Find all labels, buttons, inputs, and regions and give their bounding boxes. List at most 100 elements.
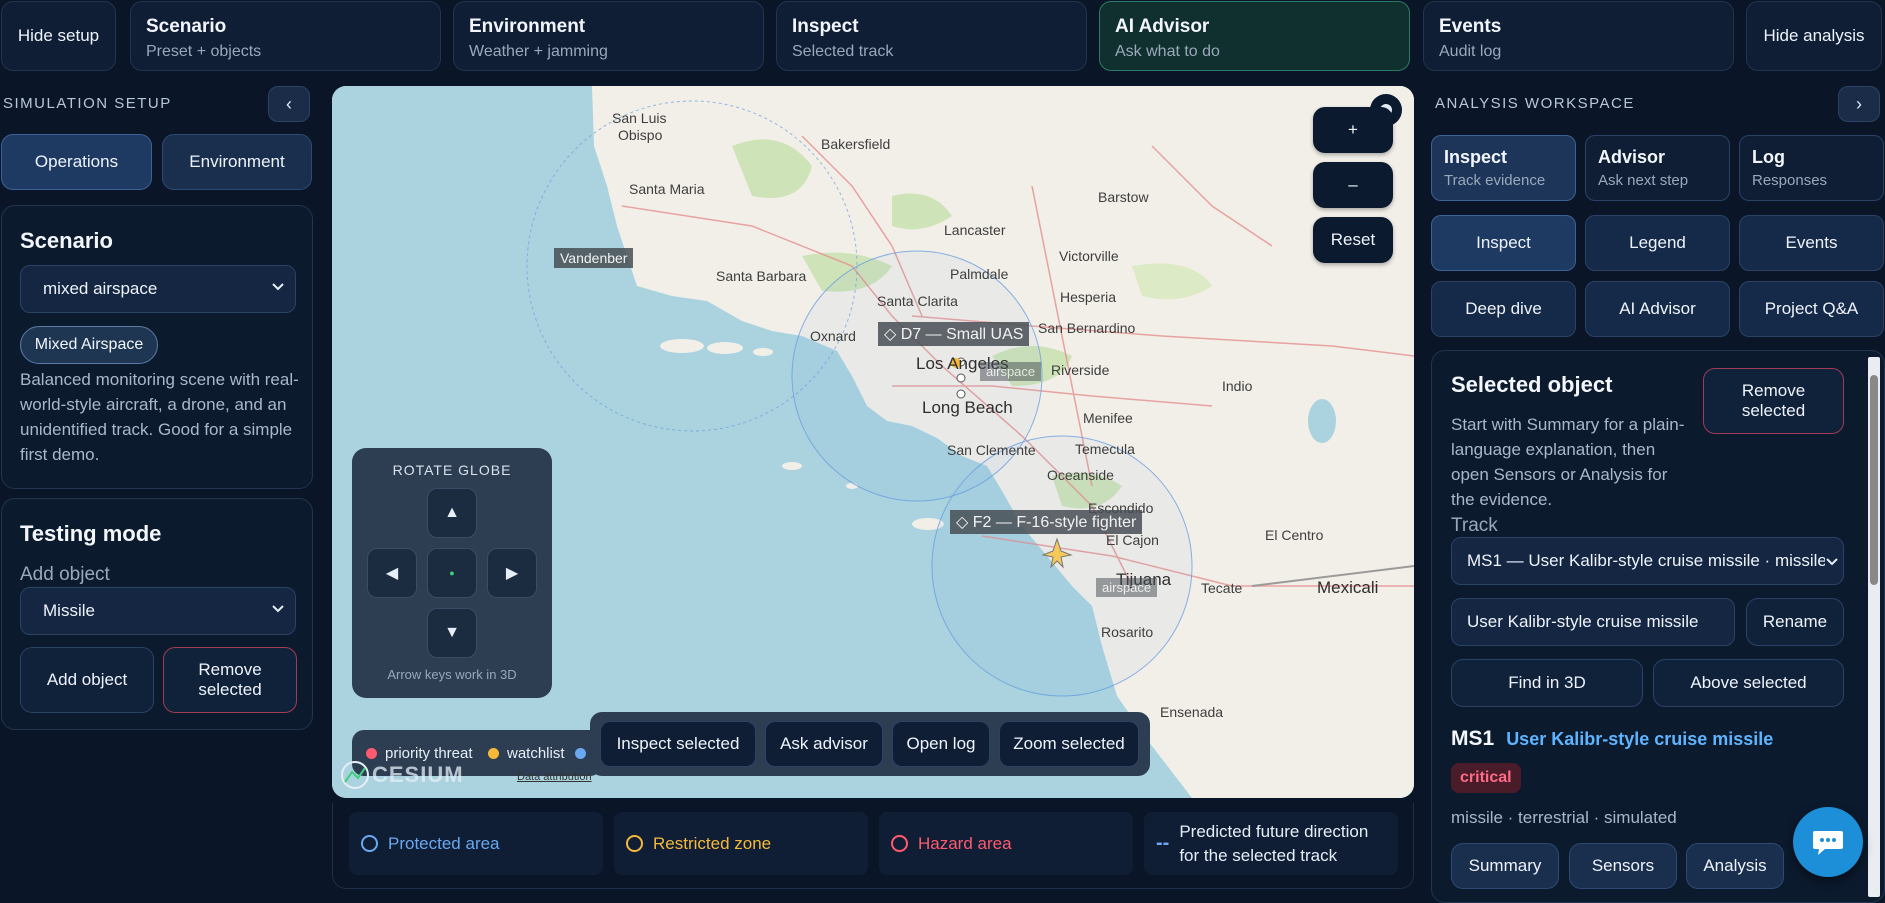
place-label: Victorville — [1059, 248, 1119, 264]
nav-card-ai-advisor[interactable]: AI Advisor Ask what to do — [1099, 1, 1410, 71]
add-object-label: Add object — [20, 564, 110, 585]
rotate-center-button[interactable]: ● — [427, 548, 477, 598]
place-label: Oxnard — [810, 328, 856, 344]
legend-label: Protected area — [388, 833, 500, 853]
nav-card-subtitle: Preset + objects — [146, 43, 262, 60]
deep-dive-button[interactable]: Deep dive — [1431, 281, 1576, 337]
chevron-right-icon: › — [1856, 93, 1862, 114]
place-label: Rosarito — [1101, 624, 1154, 640]
zoom-in-button[interactable]: + — [1313, 107, 1393, 153]
hazard-area-ring-icon — [891, 835, 908, 852]
legend-label: Restricted zone — [653, 833, 772, 853]
place-label: Palmdale — [950, 266, 1009, 282]
legend-label: Predicted future direction for the selec… — [1179, 821, 1369, 865]
rotate-up-button[interactable]: ▲ — [427, 488, 477, 538]
rotate-left-button[interactable]: ◀ — [367, 548, 417, 598]
chat-bubble-icon — [1813, 831, 1843, 855]
fighter-track-label[interactable]: ◇ F2 — F-16-style fighter — [950, 510, 1143, 534]
add-object-button[interactable]: Add object — [20, 647, 154, 713]
ask-advisor-button[interactable]: Ask advisor — [765, 721, 883, 767]
track-name-input[interactable]: User Kalibr-style cruise missile — [1451, 598, 1735, 646]
events-button[interactable]: Events — [1739, 215, 1884, 271]
place-label: Santa Maria — [629, 181, 705, 197]
place-label: Lancaster — [944, 222, 1006, 238]
nav-card-inspect[interactable]: Inspect Selected track — [776, 1, 1087, 71]
collapse-setup-button[interactable]: ‹ — [268, 86, 310, 122]
rename-button[interactable]: Rename — [1746, 598, 1844, 646]
tab-environment[interactable]: Environment — [162, 134, 312, 190]
analysis-tab[interactable]: Analysis — [1686, 843, 1784, 889]
tab-operations[interactable]: Operations — [1, 134, 152, 190]
rotate-right-button[interactable]: ▶ — [487, 548, 537, 598]
place-label: Obispo — [618, 127, 663, 143]
place-label: San Bernardino — [1038, 320, 1136, 336]
arrow-up-icon: ▲ — [444, 504, 460, 521]
ai-advisor-button[interactable]: AI Advisor — [1585, 281, 1730, 337]
project-qa-button[interactable]: Project Q&A — [1739, 281, 1884, 337]
cesium-wordmark: CESIUM — [372, 762, 464, 787]
chat-button[interactable] — [1793, 807, 1863, 877]
above-selected-button[interactable]: Above selected — [1653, 659, 1844, 707]
priority-threat-dot-icon — [366, 748, 377, 759]
nav-card-environment[interactable]: Environment Weather + jamming — [453, 1, 764, 71]
track-title: MS1 User Kalibr-style cruise missile — [1451, 727, 1773, 751]
globe-map[interactable]: San Luis Obispo Bakersfield Santa Maria … — [332, 86, 1414, 798]
nav-card-scenario[interactable]: Scenario Preset + objects — [130, 1, 441, 71]
tab-inspect[interactable]: Inspect Track evidence — [1431, 135, 1576, 201]
hide-analysis-button[interactable]: Hide analysis — [1746, 1, 1882, 71]
cesium-logo-icon — [341, 761, 369, 789]
tab-title: Log — [1752, 147, 1785, 167]
chevron-down-icon — [1825, 555, 1839, 569]
track-name: User Kalibr-style cruise missile — [1506, 729, 1774, 749]
track-select[interactable]: MS1 — User Kalibr-style cruise missile ·… — [1451, 537, 1844, 585]
hide-setup-button[interactable]: Hide setup — [1, 1, 116, 71]
sensors-tab[interactable]: Sensors — [1569, 843, 1677, 889]
place-label: Ensenada — [1160, 704, 1224, 720]
preset-chip[interactable]: Mixed Airspace — [20, 326, 158, 364]
tab-advisor[interactable]: Advisor Ask next step — [1585, 135, 1730, 201]
rotate-down-button[interactable]: ▼ — [427, 608, 477, 658]
zoom-selected-button[interactable]: Zoom selected — [999, 721, 1139, 767]
reset-view-button[interactable]: Reset — [1313, 217, 1393, 263]
legend-button[interactable]: Legend — [1585, 215, 1730, 271]
tab-title: Inspect — [1444, 147, 1508, 167]
collapse-analysis-button[interactable]: › — [1838, 86, 1880, 122]
summary-tab[interactable]: Summary — [1451, 843, 1559, 889]
object-type-select[interactable]: Missile — [20, 587, 296, 635]
find-in-3d-button[interactable]: Find in 3D — [1451, 659, 1643, 707]
tab-subtitle: Responses — [1752, 172, 1828, 189]
rotate-globe-title: ROTATE GLOBE — [392, 462, 512, 478]
watchlist-dot-icon — [488, 748, 499, 759]
track-select-value: MS1 — User Kalibr-style cruise missile ·… — [1467, 551, 1827, 570]
nav-card-title: AI Advisor — [1115, 16, 1210, 37]
remove-selected-button[interactable]: Remove selected — [163, 647, 297, 713]
scenario-description: Balanced monitoring scene with real-worl… — [20, 370, 299, 464]
remove-selected-button[interactable]: Remove selected — [1703, 368, 1844, 434]
inspect-selected-button[interactable]: Inspect selected — [600, 721, 756, 767]
legend-label: Hazard area — [918, 833, 1012, 853]
tab-log[interactable]: Log Responses — [1739, 135, 1884, 201]
place-label: Santa Barbara — [716, 268, 807, 284]
tab-title: Advisor — [1598, 147, 1666, 167]
nav-card-title: Events — [1439, 16, 1502, 37]
legend-predicted-direction: -- Predicted future direction for the se… — [1144, 812, 1398, 875]
inspect-button[interactable]: Inspect — [1431, 215, 1576, 271]
place-label: Oceanside — [1047, 467, 1114, 483]
scenario-select[interactable]: mixed airspace — [20, 265, 296, 313]
place-label: El Centro — [1265, 527, 1324, 543]
scrollbar[interactable] — [1868, 357, 1880, 897]
place-label: Mexicali — [1317, 578, 1379, 597]
nav-card-title: Environment — [469, 16, 586, 37]
zoom-out-button[interactable]: – — [1313, 162, 1393, 208]
legend-dot-icon — [575, 748, 586, 759]
nav-card-events[interactable]: Events Audit log — [1423, 1, 1734, 71]
scenario-heading: Scenario — [20, 228, 113, 253]
arrow-right-icon: ▶ — [505, 565, 519, 582]
legend-restricted-zone: Restricted zone — [614, 812, 868, 875]
uas-track-label[interactable]: ◇ D7 — Small UAS — [878, 322, 1030, 346]
place-label: Hesperia — [1060, 289, 1117, 305]
data-attribution-link[interactable]: Data attribution — [517, 771, 592, 783]
open-log-button[interactable]: Open log — [892, 721, 990, 767]
scrollbar-thumb[interactable] — [1870, 375, 1878, 585]
object-type-value: Missile — [43, 601, 95, 620]
